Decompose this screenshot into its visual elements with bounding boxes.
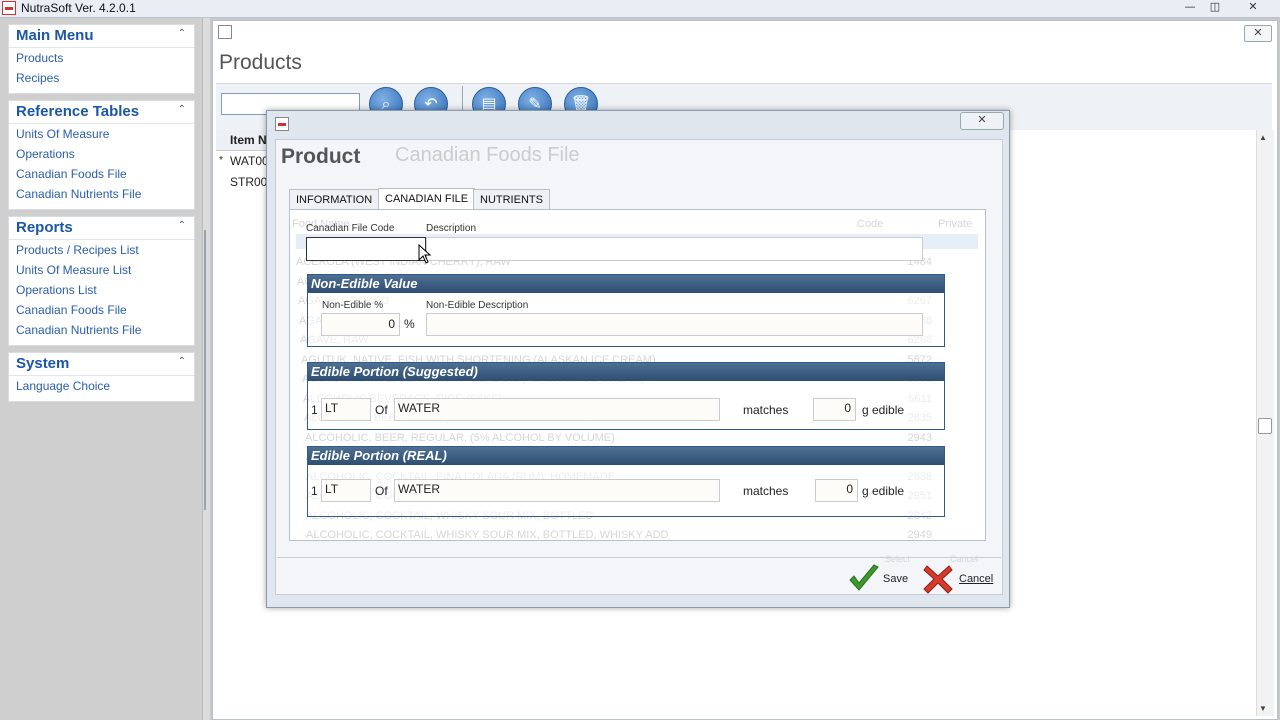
nav-item-recipes[interactable]: Recipes (16, 68, 194, 88)
scroll-up-icon[interactable]: ▲ (1259, 133, 1267, 142)
window-title-bar (0, 0, 1280, 18)
nav-group-title: Reports (16, 219, 73, 236)
nav-group-title: Main Menu (16, 27, 94, 44)
suggested-matches-label: matches (743, 403, 789, 417)
nav-group-header[interactable]: Reference Tables ⌃ (9, 101, 194, 124)
dialog-title: Product (281, 145, 361, 168)
description-input[interactable] (426, 237, 923, 261)
left-navigation: Main Menu ⌃ Products Recipes Reference T… (0, 18, 202, 720)
non-edible-description-label: Non-Edible Description (426, 300, 529, 311)
nav-item-language-choice[interactable]: Language Choice (16, 376, 194, 396)
scroll-down-icon[interactable]: ▼ (1259, 704, 1267, 713)
splitter-grip[interactable] (204, 230, 206, 510)
table-row[interactable]: WAT00 (230, 154, 269, 168)
non-edible-percent-input[interactable]: 0 (321, 313, 400, 336)
nav-item-canadian-foods-file[interactable]: Canadian Foods File (16, 164, 194, 184)
save-button[interactable]: Save (883, 573, 908, 585)
description-label: Description (426, 223, 477, 234)
collapse-icon[interactable]: ⌃ (178, 220, 186, 231)
maximize-button[interactable]: ◫ (1205, 0, 1225, 14)
app-icon (2, 1, 16, 15)
table-row[interactable]: STR00 (230, 175, 267, 189)
ghost-cancel-label: Cancel (950, 554, 979, 564)
nav-item-products[interactable]: Products (16, 48, 194, 68)
dialog-icon (275, 117, 289, 131)
mouse-cursor-icon (418, 244, 432, 264)
collapse-icon[interactable]: ⌃ (178, 356, 186, 367)
suggested-grams-input[interactable]: 0 (813, 398, 856, 421)
nav-group-title: System (16, 355, 70, 372)
checkmark-icon[interactable] (848, 564, 880, 594)
ghost-row-code: 2949 (907, 529, 932, 541)
nav-item-units-of-measure-list[interactable]: Units Of Measure List (16, 260, 194, 280)
non-edible-group: Non-Edible Value (307, 274, 945, 347)
grid-column-header[interactable]: Item N (230, 133, 267, 147)
ghost-select-label: Select (885, 554, 911, 564)
canadian-file-code-input[interactable] (306, 237, 426, 261)
non-edible-description-input[interactable] (426, 313, 923, 336)
real-of-label: Of (375, 484, 388, 498)
nav-item-products-recipes-list[interactable]: Products / Recipes List (16, 240, 194, 260)
nav-item-canadian-nutrients-file[interactable]: Canadian Nutrients File (16, 184, 194, 204)
panel-icon (218, 25, 232, 39)
suggested-grams-label: g edible (862, 403, 905, 417)
products-title: Products (219, 51, 302, 74)
nav-item-operations-list[interactable]: Operations List (16, 280, 194, 300)
non-edible-percent-label: Non-Edible % (322, 300, 384, 311)
ghost-header-code: Code (857, 218, 884, 230)
ghost-row-name: ALCOHOLIC, COCKTAIL, WHISKY SOUR MIX, BO… (306, 529, 669, 541)
group-title: Non-Edible Value (308, 275, 944, 293)
row-marker: * (219, 155, 223, 166)
nav-item-report-canadian-nutrients-file[interactable]: Canadian Nutrients File (16, 320, 194, 340)
nav-group-reports: Reports ⌃ Products / Recipes List Units … (8, 216, 195, 346)
real-qty: 1 (311, 484, 318, 498)
nav-item-units-of-measure[interactable]: Units Of Measure (16, 124, 194, 144)
nav-group-header[interactable]: System ⌃ (9, 353, 194, 376)
percent-unit: % (404, 317, 415, 331)
nav-group-reference-tables: Reference Tables ⌃ Units Of Measure Oper… (8, 100, 195, 210)
cancel-x-icon[interactable] (923, 564, 953, 594)
real-grams-input[interactable]: 0 (815, 479, 858, 502)
dialog-close-button[interactable]: ✕ (960, 112, 1004, 130)
suggested-item-input[interactable]: WATER (394, 398, 720, 421)
collapse-icon[interactable]: ⌃ (178, 28, 186, 39)
group-title: Edible Portion (REAL) (308, 447, 944, 465)
panel-close-button[interactable]: ✕ (1244, 25, 1272, 42)
ghost-row-code: 2943 (907, 431, 932, 444)
suggested-of-label: Of (375, 403, 388, 417)
minimize-button[interactable]: — (1180, 0, 1200, 14)
app-title: NutraSoft Ver. 4.2.0.1 (21, 1, 136, 15)
nav-group-header[interactable]: Reports ⌃ (9, 217, 194, 240)
group-title: Edible Portion (Suggested) (308, 363, 944, 381)
nav-group-title: Reference Tables (16, 103, 140, 120)
tab-canadian-file[interactable]: CANADIAN FILE (378, 188, 476, 211)
collapse-icon[interactable]: ⌃ (178, 104, 186, 115)
real-item-input[interactable]: WATER (394, 479, 720, 502)
scrollbar-thumb[interactable] (1258, 418, 1272, 434)
real-grams-label: g edible (862, 484, 905, 498)
nav-item-report-canadian-foods-file[interactable]: Canadian Foods File (16, 300, 194, 320)
cancel-button[interactable]: Cancel (959, 573, 993, 585)
tab-nutrients[interactable]: NUTRIENTS (473, 189, 550, 210)
suggested-qty: 1 (311, 403, 318, 417)
tab-information[interactable]: INFORMATION (289, 189, 380, 210)
nav-item-operations[interactable]: Operations (16, 144, 194, 164)
ghost-header-private: Private (938, 218, 973, 230)
canadian-file-code-label: Canadian File Code (306, 223, 395, 234)
real-matches-label: matches (743, 484, 789, 498)
nav-group-system: System ⌃ Language Choice (8, 352, 195, 402)
nav-group-header[interactable]: Main Menu ⌃ (9, 25, 194, 48)
ghost-window-title: Canadian Foods File (395, 144, 580, 166)
close-window-button[interactable]: ✕ (1243, 0, 1263, 14)
ghost-row-name: ALCOHOLIC, BEER, REGULAR, (5% ALCOHOL BY… (305, 431, 615, 444)
nav-group-main-menu: Main Menu ⌃ Products Recipes (8, 24, 195, 94)
suggested-unit-input[interactable]: LT (321, 398, 371, 421)
real-unit-input[interactable]: LT (321, 479, 371, 502)
